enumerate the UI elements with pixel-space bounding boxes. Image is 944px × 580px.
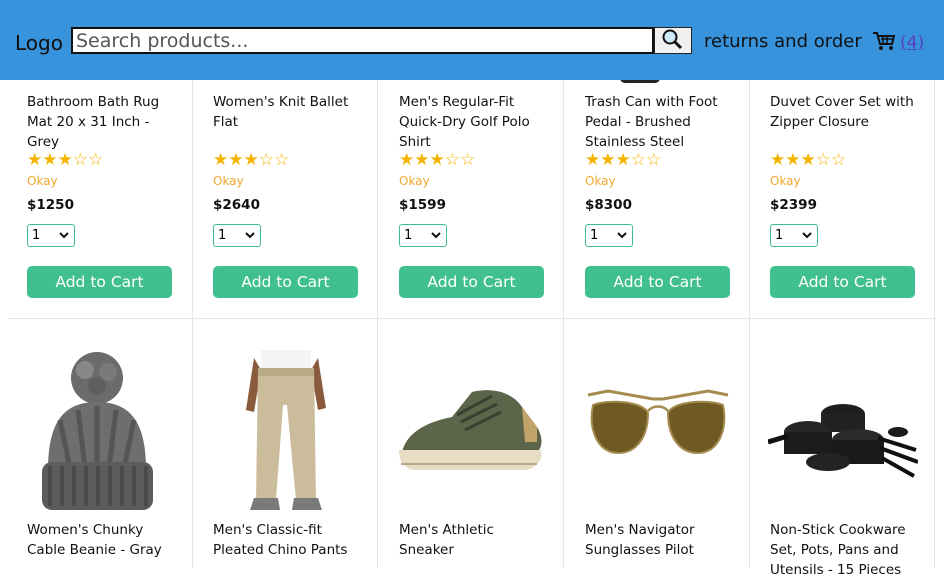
product-image-chino-pants[interactable]	[236, 350, 336, 516]
cart-icon	[872, 30, 896, 56]
grid-divider	[377, 80, 378, 568]
product-name[interactable]: Men's Athletic Sneaker	[399, 520, 549, 560]
grid-divider	[192, 80, 193, 568]
rating-label: Okay	[27, 174, 58, 188]
cart-link[interactable]: (4)	[872, 30, 924, 56]
returns-and-orders-link[interactable]: returns and order	[704, 31, 862, 52]
star-rating: ★★★☆☆	[27, 150, 104, 170]
quantity-value: 1	[775, 228, 784, 243]
product-name[interactable]: Men's Navigator Sunglasses Pilot	[585, 520, 735, 560]
product-name[interactable]: Women's Knit Ballet Flat	[213, 92, 363, 132]
quantity-select[interactable]: 1	[399, 224, 447, 247]
product-name[interactable]: Non-Stick Cookware Set, Pots, Pans and U…	[770, 520, 920, 580]
star-rating: ★★★☆☆	[213, 150, 290, 170]
product-name[interactable]: Trash Can with Foot Pedal - Brushed Stai…	[585, 92, 735, 152]
cart-count[interactable]: (4)	[900, 33, 924, 53]
logo[interactable]: Logo	[15, 31, 63, 55]
chevron-down-icon	[245, 228, 255, 243]
search-input[interactable]	[71, 27, 654, 54]
search-icon	[660, 28, 686, 54]
product-price: $2399	[770, 197, 817, 213]
chevron-down-icon	[802, 228, 812, 243]
product-name[interactable]: Women's Chunky Cable Beanie - Gray	[27, 520, 177, 560]
product-image-sunglasses[interactable]	[583, 385, 733, 479]
quantity-value: 1	[404, 228, 413, 243]
rating-label: Okay	[585, 174, 616, 188]
product-image-beanie[interactable]	[40, 350, 155, 514]
quantity-select[interactable]: 1	[770, 224, 818, 247]
product-price: $1599	[399, 197, 446, 213]
add-to-cart-button[interactable]: Add to Cart	[213, 266, 358, 298]
product-name[interactable]: Bathroom Bath Rug Mat 20 x 31 Inch - Gre…	[27, 92, 177, 152]
rating-label: Okay	[399, 174, 430, 188]
chevron-down-icon	[431, 228, 441, 243]
star-rating: ★★★☆☆	[770, 150, 847, 170]
add-to-cart-button[interactable]: Add to Cart	[27, 266, 172, 298]
rating-label: Okay	[770, 174, 801, 188]
add-to-cart-button[interactable]: Add to Cart	[770, 266, 915, 298]
quantity-select[interactable]: 1	[585, 224, 633, 247]
grid-divider	[8, 318, 936, 319]
chevron-down-icon	[617, 228, 627, 243]
product-name[interactable]: Men's Regular-Fit Quick-Dry Golf Polo Sh…	[399, 92, 549, 152]
quantity-value: 1	[218, 228, 227, 243]
chevron-down-icon	[59, 228, 69, 243]
product-price: $2640	[213, 197, 260, 213]
star-rating: ★★★☆☆	[399, 150, 476, 170]
top-header: Logo returns and order (4)	[0, 0, 944, 80]
star-rating: ★★★☆☆	[585, 150, 662, 170]
rating-label: Okay	[213, 174, 244, 188]
quantity-value: 1	[590, 228, 599, 243]
add-to-cart-button[interactable]: Add to Cart	[585, 266, 730, 298]
add-to-cart-button[interactable]: Add to Cart	[399, 266, 544, 298]
quantity-select[interactable]: 1	[213, 224, 261, 247]
product-price: $8300	[585, 197, 632, 213]
product-name[interactable]: Duvet Cover Set with Zipper Closure	[770, 92, 920, 132]
quantity-value: 1	[32, 228, 41, 243]
grid-divider	[749, 80, 750, 568]
product-image-sneaker[interactable]	[397, 382, 547, 486]
search-button[interactable]	[654, 27, 692, 54]
product-name[interactable]: Men's Classic-fit Pleated Chino Pants	[213, 520, 363, 560]
quantity-select[interactable]: 1	[27, 224, 75, 247]
product-image-cookware[interactable]	[767, 392, 919, 486]
grid-divider	[563, 80, 564, 568]
product-price: $1250	[27, 197, 74, 213]
grid-divider	[934, 80, 935, 568]
